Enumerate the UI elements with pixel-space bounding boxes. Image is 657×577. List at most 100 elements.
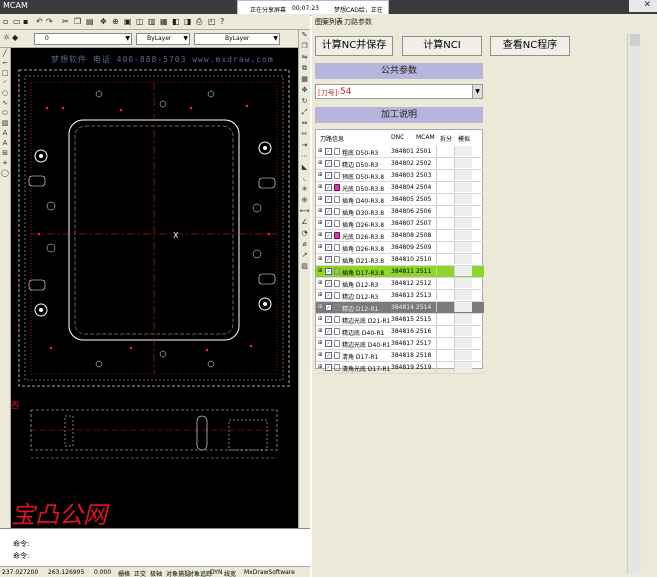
region-icon[interactable]: ◯ xyxy=(0,168,10,178)
table-row[interactable]: ⊞ ✓ 光底 D50-R3.8 384804 2504 xyxy=(316,182,484,194)
bulb-icon[interactable]: ☼ xyxy=(3,32,10,44)
offset-icon[interactable]: ⧉ xyxy=(299,63,310,74)
copy-object-icon[interactable]: ❐ xyxy=(299,41,310,52)
split-cell[interactable] xyxy=(436,314,454,324)
row-checkbox[interactable]: ✓ xyxy=(325,196,332,203)
trim-icon[interactable]: ✂ xyxy=(299,129,310,140)
row-checkbox[interactable]: ✓ xyxy=(325,268,332,275)
open-icon[interactable]: ▭ xyxy=(13,16,21,28)
split-cell[interactable] xyxy=(436,146,454,156)
split-cell[interactable] xyxy=(436,242,454,252)
row-checkbox[interactable]: ✓ xyxy=(325,256,332,263)
expand-icon[interactable]: ⊞ xyxy=(318,292,322,298)
view-nc-program-button[interactable]: 查看NC程序 xyxy=(490,36,570,56)
table-row[interactable]: ⊞ ✓ 清角光底 D17-R1 384819 2519 xyxy=(316,362,484,374)
lock-icon[interactable]: ◆ xyxy=(12,32,18,44)
array-icon[interactable]: ▦ xyxy=(299,74,310,85)
cut-icon[interactable]: ✂ xyxy=(62,16,69,28)
split-cell[interactable] xyxy=(436,218,454,228)
grid-toggle[interactable]: 栅格 xyxy=(118,569,130,577)
lineweight-combo[interactable]: ByLayer ▼ xyxy=(194,33,280,45)
expand-icon[interactable]: ⊞ xyxy=(318,328,322,334)
row-checkbox[interactable]: ✓ xyxy=(325,352,332,359)
zoom-window-icon[interactable]: ▣ xyxy=(124,16,132,28)
row-checkbox[interactable]: ✓ xyxy=(325,208,332,215)
extend-icon[interactable]: ⇥ xyxy=(299,140,310,151)
match-icon[interactable]: ◧ xyxy=(172,16,180,28)
row-checkbox[interactable]: ✓ xyxy=(325,244,332,251)
window-controls[interactable]: ✕ xyxy=(629,0,657,12)
simulate-cell[interactable] xyxy=(454,206,472,216)
split-cell[interactable] xyxy=(436,326,454,336)
expand-icon[interactable]: ⊞ xyxy=(318,172,322,178)
table-row[interactable]: ⊞ ✓ 精边 D12-R1 384814 2514 xyxy=(316,302,484,314)
simulate-cell[interactable] xyxy=(454,218,472,228)
join-icon[interactable]: ⊕ xyxy=(299,195,310,206)
polar-toggle[interactable]: 极轴 xyxy=(150,569,162,577)
simulate-cell[interactable] xyxy=(454,254,472,264)
panel-scrollbar[interactable] xyxy=(627,34,641,574)
arc-icon[interactable]: ◜ xyxy=(0,78,10,88)
hatch-edit-icon[interactable]: ▨ xyxy=(299,261,310,272)
fillet-icon[interactable]: ◟ xyxy=(299,173,310,184)
simulate-cell[interactable] xyxy=(454,266,472,276)
table-row[interactable]: ⊞ ✓ 插角 D12-R3 384812 2512 xyxy=(316,278,484,290)
row-checkbox[interactable]: ✓ xyxy=(325,292,332,299)
simulate-cell[interactable] xyxy=(454,290,472,300)
expand-icon[interactable]: ⊞ xyxy=(318,364,322,370)
row-checkbox[interactable]: ✓ xyxy=(325,364,332,371)
table-row[interactable]: ⊞ ✓ 插角 D26-R3.8 384807 2507 xyxy=(316,218,484,230)
tool-number-field[interactable]: [刀号]: 54 ▼ xyxy=(315,84,483,99)
split-cell[interactable] xyxy=(436,194,454,204)
row-checkbox[interactable]: ✓ xyxy=(325,304,332,311)
pan-icon[interactable]: ✥ xyxy=(100,16,107,28)
circle-icon[interactable]: ○ xyxy=(0,88,10,98)
ortho-toggle[interactable]: 正交 xyxy=(134,569,146,577)
simulate-cell[interactable] xyxy=(454,278,472,288)
compute-nci-button[interactable]: 计算NCI xyxy=(402,36,482,56)
simulate-cell[interactable] xyxy=(454,350,472,360)
row-checkbox[interactable]: ✓ xyxy=(325,148,332,155)
row-checkbox[interactable]: ✓ xyxy=(325,280,332,287)
table-row[interactable]: ⊞ ✓ 插角 D21-R3.8 384810 2510 xyxy=(316,254,484,266)
simulate-cell[interactable] xyxy=(454,362,472,372)
row-checkbox[interactable]: ✓ xyxy=(325,184,332,191)
table-row[interactable]: ⊞ ✓ 插角 D17-R3.8 384811 2511 xyxy=(316,266,484,278)
split-cell[interactable] xyxy=(436,230,454,240)
zoom-icon[interactable]: ⊕ xyxy=(112,16,119,28)
redo-icon[interactable]: ↷ xyxy=(46,16,53,28)
table-row[interactable]: ⊞ ✓ 插角 D30-R3.8 384806 2506 xyxy=(316,206,484,218)
split-cell[interactable] xyxy=(436,182,454,192)
command-line-2[interactable]: 命令: xyxy=(13,551,29,561)
expand-icon[interactable]: ⊞ xyxy=(318,316,322,322)
expand-icon[interactable]: ⊞ xyxy=(318,208,322,214)
layer-icon[interactable]: ▦ xyxy=(160,16,168,28)
lineweight-toggle[interactable]: 线宽 xyxy=(224,569,236,577)
new-icon[interactable]: ▫ xyxy=(3,16,8,28)
scale-icon[interactable]: ⤢ xyxy=(299,107,310,118)
expand-icon[interactable]: ⊞ xyxy=(318,232,322,238)
ellipse-icon[interactable]: ⬭ xyxy=(0,108,10,118)
simulate-cell[interactable] xyxy=(454,146,472,156)
rotate-icon[interactable]: ↻ xyxy=(299,96,310,107)
split-cell[interactable] xyxy=(436,278,454,288)
split-cell[interactable] xyxy=(436,290,454,300)
table-row[interactable]: ⊞ ✓ 预底 D50-R3.8 384803 2503 xyxy=(316,170,484,182)
table-row[interactable]: ⊞ ✓ 插角 D26-R3.8 384809 2509 xyxy=(316,242,484,254)
expand-icon[interactable]: ⊞ xyxy=(318,220,322,226)
simulate-cell[interactable] xyxy=(454,338,472,348)
line-icon[interactable]: ╱ xyxy=(0,48,10,58)
split-cell[interactable] xyxy=(436,170,454,180)
row-checkbox[interactable]: ✓ xyxy=(325,340,332,347)
point-icon[interactable]: + xyxy=(0,158,10,168)
rectangle-icon[interactable]: □ xyxy=(0,68,10,78)
expand-icon[interactable]: ⊞ xyxy=(318,268,322,274)
row-checkbox[interactable]: ✓ xyxy=(325,316,332,323)
chamfer-icon[interactable]: ◣ xyxy=(299,162,310,173)
table-row[interactable]: ⊞ ✓ 光底 D26-R3.8 384808 2508 xyxy=(316,230,484,242)
simulate-cell[interactable] xyxy=(454,230,472,240)
hatch-icon[interactable]: ▧ xyxy=(0,118,10,128)
expand-icon[interactable]: ⊞ xyxy=(318,340,322,346)
dyn-toggle[interactable]: DYN xyxy=(210,569,222,576)
copy-icon[interactable]: ❐ xyxy=(74,16,81,28)
